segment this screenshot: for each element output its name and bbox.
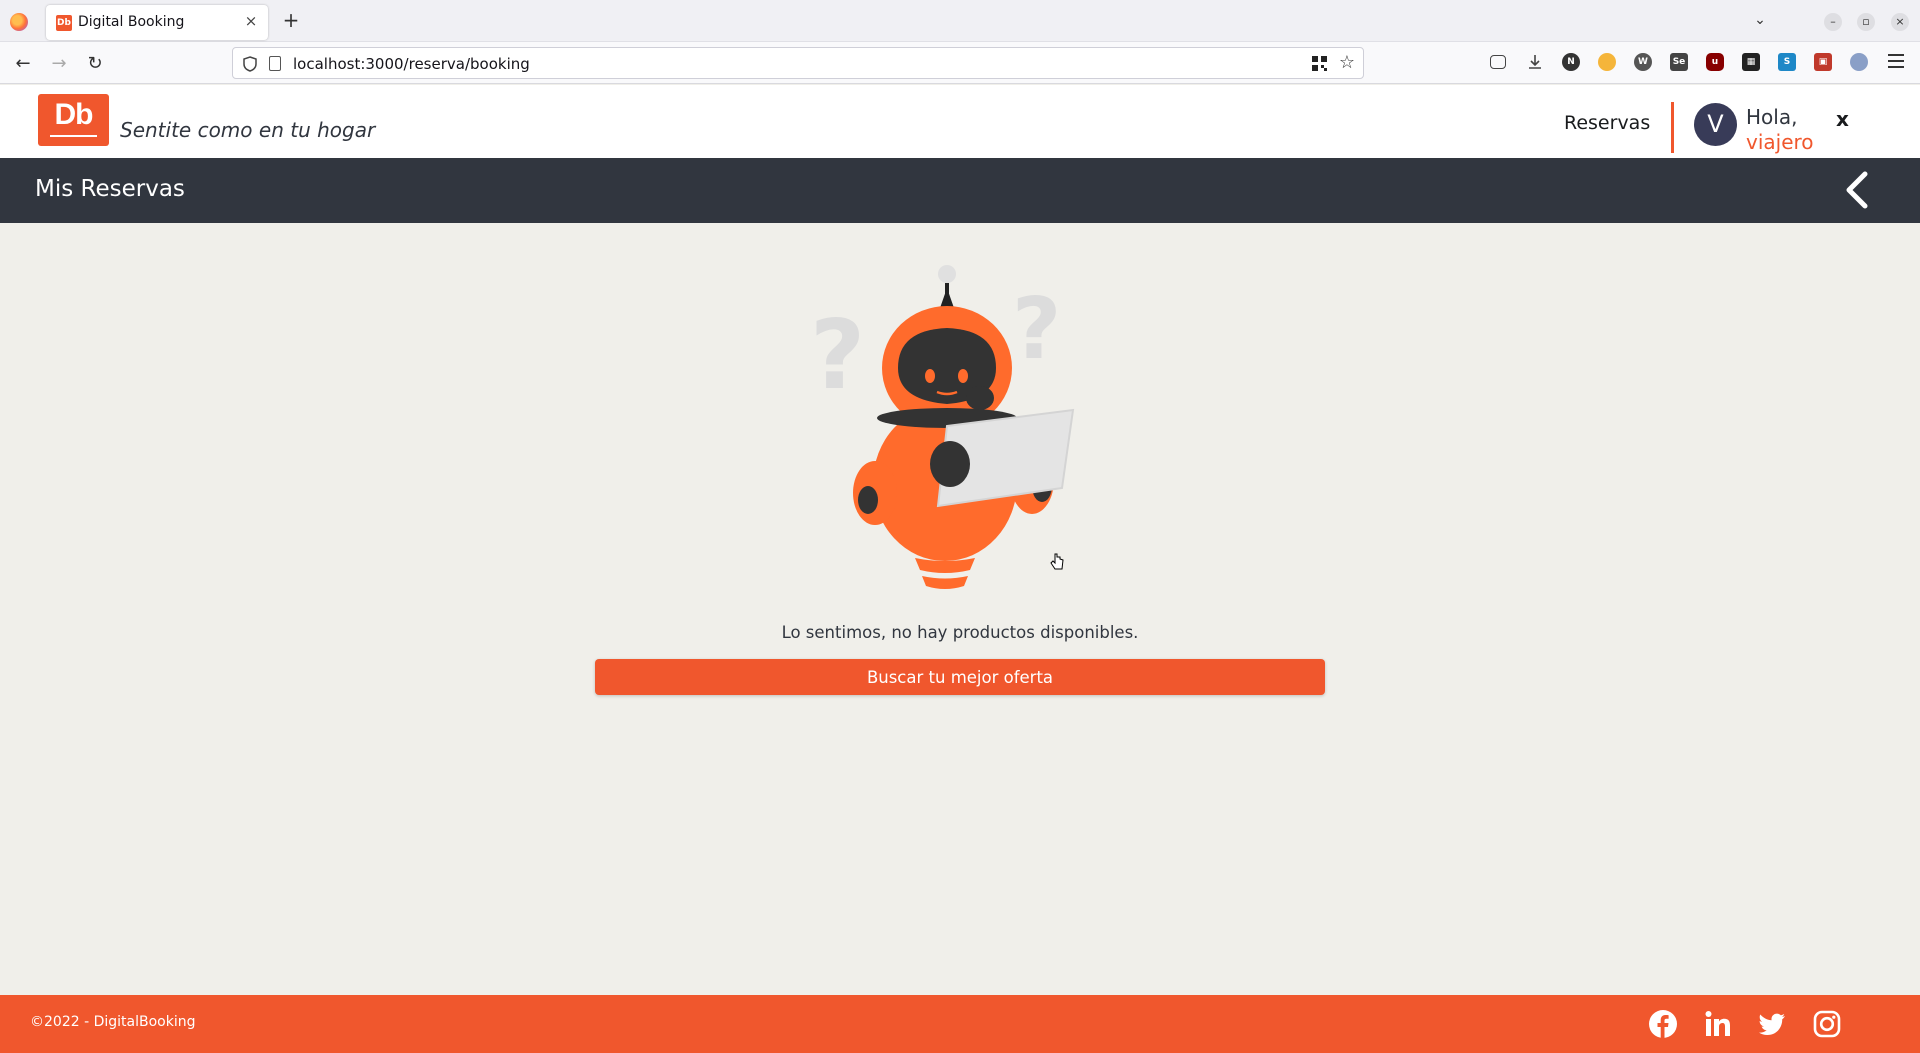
emoji-extension-icon[interactable] xyxy=(1598,53,1616,71)
hamburger-menu-icon[interactable] xyxy=(1888,54,1904,68)
username: viajero xyxy=(1746,130,1814,154)
new-tab-button[interactable]: + xyxy=(280,9,302,31)
qr-code-icon[interactable] xyxy=(1312,56,1327,71)
hand-cursor-icon xyxy=(1050,553,1064,570)
forward-button[interactable]: → xyxy=(46,51,72,77)
extension-puzzle-icon[interactable] xyxy=(1850,53,1868,71)
svg-text:?: ? xyxy=(1012,280,1061,379)
svg-text:?: ? xyxy=(810,301,865,411)
slogan: Sentite como en tu hogar xyxy=(120,118,376,142)
greeting: Hola, xyxy=(1746,105,1798,129)
linkedin-icon[interactable] xyxy=(1703,1009,1733,1039)
chevron-left-icon[interactable] xyxy=(1838,170,1878,210)
favicon-icon: Db xyxy=(56,15,72,31)
s-extension-icon[interactable]: S xyxy=(1778,53,1796,71)
extension-red-icon[interactable]: ▣ xyxy=(1814,53,1832,71)
minimize-button[interactable]: – xyxy=(1824,13,1842,31)
apps-extension-icon[interactable]: ▦ xyxy=(1742,53,1760,71)
bookmark-star-icon[interactable]: ☆ xyxy=(1339,52,1355,73)
shield-icon[interactable] xyxy=(243,56,257,72)
n-extension-icon[interactable]: N xyxy=(1562,53,1580,71)
back-button[interactable]: ← xyxy=(10,51,36,77)
selenium-extension-icon[interactable]: Se xyxy=(1670,53,1688,71)
tab-title: Digital Booking xyxy=(78,14,185,30)
tab-close-icon[interactable]: × xyxy=(242,12,260,30)
restore-button[interactable]: ▫ xyxy=(1857,13,1875,31)
logo-underline xyxy=(50,135,97,137)
app-header: Db Sentite como en tu hogar Reservas V H… xyxy=(0,85,1920,158)
robot-illustration: ? ? xyxy=(810,265,1075,589)
url-bar[interactable]: localhost:3000/reserva/booking ☆ xyxy=(232,47,1364,79)
page-info-icon[interactable] xyxy=(269,56,281,71)
page-title: Mis Reservas xyxy=(35,176,185,202)
tab-list-chevron-icon[interactable]: ⌄ xyxy=(1750,12,1770,30)
ublock-icon[interactable]: u xyxy=(1706,53,1724,71)
copyright: ©2022 - DigitalBooking xyxy=(30,1014,196,1030)
header-divider xyxy=(1671,102,1674,153)
reservas-link[interactable]: Reservas xyxy=(1564,112,1650,134)
download-icon[interactable] xyxy=(1526,53,1544,71)
instagram-icon[interactable] xyxy=(1812,1009,1842,1039)
logo[interactable]: Db xyxy=(38,94,109,146)
firefox-icon xyxy=(10,13,28,31)
url-text[interactable]: localhost:3000/reserva/booking xyxy=(293,55,530,73)
avatar[interactable]: V xyxy=(1694,103,1737,146)
pocket-icon[interactable] xyxy=(1490,55,1506,69)
twitter-icon[interactable] xyxy=(1757,1009,1787,1039)
page-title-bar: Mis Reservas xyxy=(0,158,1920,223)
wordpress-extension-icon[interactable]: W xyxy=(1634,53,1652,71)
facebook-icon[interactable] xyxy=(1648,1009,1678,1039)
empty-state-message: Lo sentimos, no hay productos disponible… xyxy=(781,623,1139,642)
reload-button[interactable]: ↻ xyxy=(82,51,108,77)
close-window-button[interactable]: × xyxy=(1891,13,1909,31)
logo-text: Db xyxy=(54,98,94,131)
browser-tab-bar: Db Digital Booking × + ⌄ – ▫ × xyxy=(0,0,1920,42)
logout-button[interactable]: x xyxy=(1836,107,1849,131)
browser-nav-bar: ← → ↻ localhost:3000/reserva/booking ☆ N… xyxy=(0,42,1920,84)
browser-tab[interactable]: Db Digital Booking × xyxy=(46,5,268,40)
footer: ©2022 - DigitalBooking xyxy=(0,995,1920,1053)
search-best-offer-button[interactable]: Buscar tu mejor oferta xyxy=(595,659,1325,695)
